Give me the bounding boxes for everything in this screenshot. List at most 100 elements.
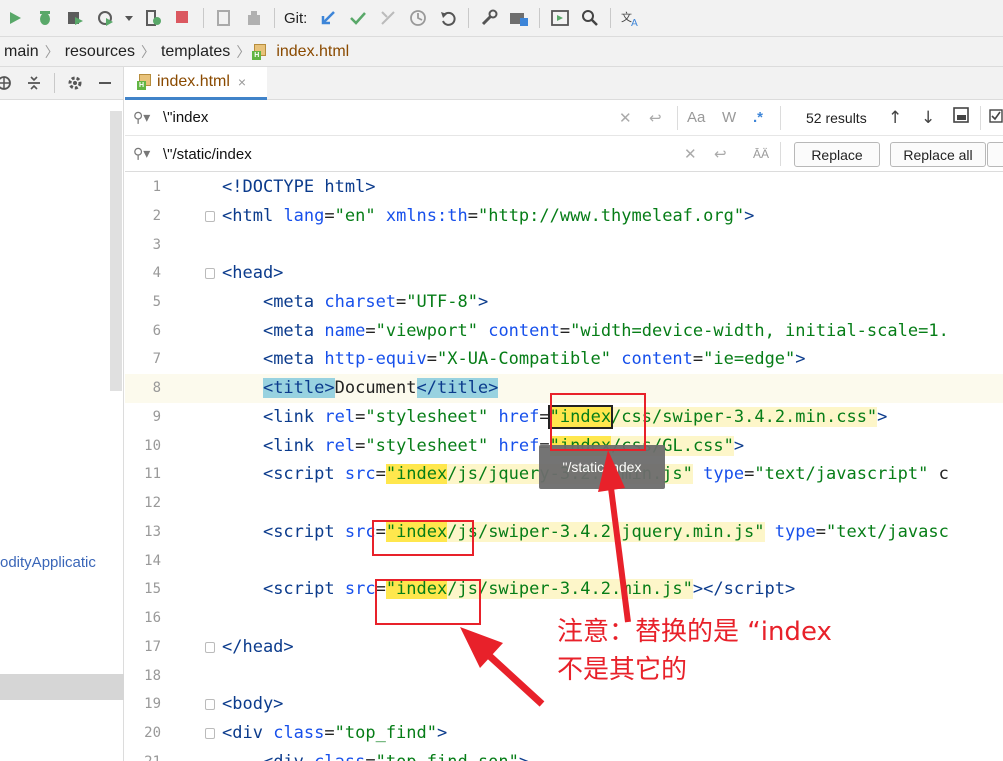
toolbar-separator [539, 8, 541, 28]
code-line: 6 <meta name="viewport" content="width=d… [125, 317, 1003, 346]
close-icon[interactable]: × [238, 74, 246, 90]
code-text: <title>Document</title> [262, 378, 499, 398]
code-line: 12 [125, 489, 1003, 518]
chevron-right-icon: 〉 [44, 43, 59, 60]
line-number: 10 [144, 438, 161, 454]
line-number: 5 [152, 294, 161, 310]
project-panel-scrollbar[interactable] [110, 111, 122, 391]
line-number: 15 [144, 581, 161, 597]
gradle-icon[interactable] [212, 6, 236, 30]
line-number: 21 [125, 748, 161, 761]
tab-index-html[interactable]: H index.html × [125, 67, 267, 100]
line-number: 16 [144, 610, 161, 626]
replace-preview-tooltip: "/static/index [539, 445, 665, 489]
debug-icon[interactable] [33, 6, 57, 30]
git-merge-icon[interactable] [376, 6, 400, 30]
tree-item-selected[interactable] [0, 674, 124, 700]
replace-history-icon[interactable]: ⚲▾ [133, 146, 155, 162]
search-history-icon[interactable]: ⚲▾ [133, 110, 155, 126]
clear-icon[interactable]: ✕ [619, 109, 632, 127]
run-icon[interactable] [3, 6, 27, 30]
tab-label: index.html [157, 73, 230, 90]
rollback-icon[interactable] [436, 6, 460, 30]
fold-icon[interactable] [205, 211, 215, 222]
exclude-button[interactable] [987, 142, 1003, 167]
fold-icon[interactable] [205, 642, 215, 653]
stop-icon[interactable] [171, 6, 195, 30]
collapse-all-icon[interactable] [22, 71, 46, 95]
replace-input[interactable]: \"/static/index [163, 146, 252, 163]
project-structure-icon[interactable] [507, 6, 531, 30]
profile-icon[interactable] [93, 6, 117, 30]
git-update-icon[interactable] [316, 6, 340, 30]
line-number: 2 [152, 208, 161, 224]
whole-words-toggle[interactable]: W [722, 109, 736, 126]
html-file-icon: H [252, 43, 268, 60]
wrench-icon[interactable] [477, 6, 501, 30]
line-number: 7 [152, 351, 161, 367]
code-text: <link rel="stylesheet" href="index/css/G… [262, 436, 745, 456]
line-number: 9 [152, 409, 161, 425]
code-line: 7 <meta http-equiv="X-UA-Compatible" con… [125, 345, 1003, 374]
code-line: 3 [125, 231, 1003, 260]
fold-icon[interactable] [205, 268, 215, 279]
arrow-up-icon[interactable]: ↑ [888, 108, 902, 128]
separator [677, 106, 678, 130]
annotation-text-line1: 注意：替换的是 “index [557, 617, 832, 647]
find-input[interactable]: \"index [163, 109, 208, 126]
annotation-box-line13 [372, 520, 474, 556]
fold-icon[interactable] [205, 728, 215, 739]
translate-icon[interactable]: 文A [619, 6, 643, 30]
git-commit-icon[interactable] [346, 6, 370, 30]
coverage-icon[interactable] [63, 6, 87, 30]
replace-all-button[interactable]: Replace all [890, 142, 986, 167]
code-text: <script src="index/js/swiper-3.4.2.jquer… [262, 522, 949, 542]
history-icon[interactable] [406, 6, 430, 30]
search-icon[interactable] [578, 6, 602, 30]
new-line-icon[interactable]: ↩ [649, 109, 662, 127]
annotation-box-line9 [550, 393, 646, 451]
run-config-icon[interactable] [548, 6, 572, 30]
regex-toggle[interactable]: .* [753, 109, 763, 126]
gear-icon[interactable] [63, 71, 87, 95]
preserve-case-toggle[interactable]: ĀÄ [753, 147, 769, 161]
fold-icon[interactable] [205, 699, 215, 710]
new-line-icon[interactable]: ↩ [714, 145, 727, 163]
line-number: 1 [152, 179, 161, 195]
locate-icon[interactable] [0, 71, 16, 95]
code-text: <div class="top_find_son"> [222, 748, 529, 761]
separator [980, 106, 981, 130]
match-case-toggle[interactable]: Aa [687, 109, 705, 126]
code-text: <div class="top_find"> [222, 723, 448, 743]
breadcrumb-resources[interactable]: resources [61, 43, 139, 61]
replace-button[interactable]: Replace [794, 142, 880, 167]
toolbar-separator [274, 8, 275, 28]
code-text: <!DOCTYPE html> [222, 177, 376, 197]
separator [780, 106, 781, 130]
minimize-icon[interactable] [93, 71, 117, 95]
svg-text:A: A [631, 18, 638, 27]
line-number: 17 [144, 639, 161, 655]
chevron-right-icon: 〉 [140, 43, 155, 60]
code-text: <meta http-equiv="X-UA-Compatible" conte… [262, 349, 806, 369]
line-number: 14 [144, 553, 161, 569]
breadcrumb-index-html[interactable]: index.html [272, 43, 353, 61]
tree-item-application[interactable]: odityApplicatic [0, 554, 110, 571]
select-all-occurrences-icon[interactable] [953, 107, 969, 128]
code-line: 5 <meta charset="UTF-8"> [125, 288, 1003, 317]
breadcrumb-main[interactable]: main [0, 43, 43, 61]
clear-icon[interactable]: ✕ [684, 145, 697, 163]
annotation-text-line2: 不是其它的 [557, 655, 688, 685]
replace-row: ⚲▾ \"/static/index ✕ ↩ ĀÄ Replace Replac… [125, 136, 1003, 172]
git-label: Git: [284, 9, 308, 27]
project-panel-toolbar [0, 67, 123, 100]
dropdown-icon[interactable] [123, 6, 135, 30]
plugin-icon[interactable] [242, 6, 266, 30]
checkbox-icon[interactable] [989, 108, 1003, 128]
toolbar-separator [468, 8, 470, 28]
build-icon[interactable] [141, 6, 165, 30]
line-number: 18 [144, 668, 161, 684]
code-line: 1 <!DOCTYPE html> [125, 173, 1003, 202]
arrow-down-icon[interactable]: ↓ [921, 108, 935, 128]
breadcrumb-templates[interactable]: templates [157, 43, 234, 61]
